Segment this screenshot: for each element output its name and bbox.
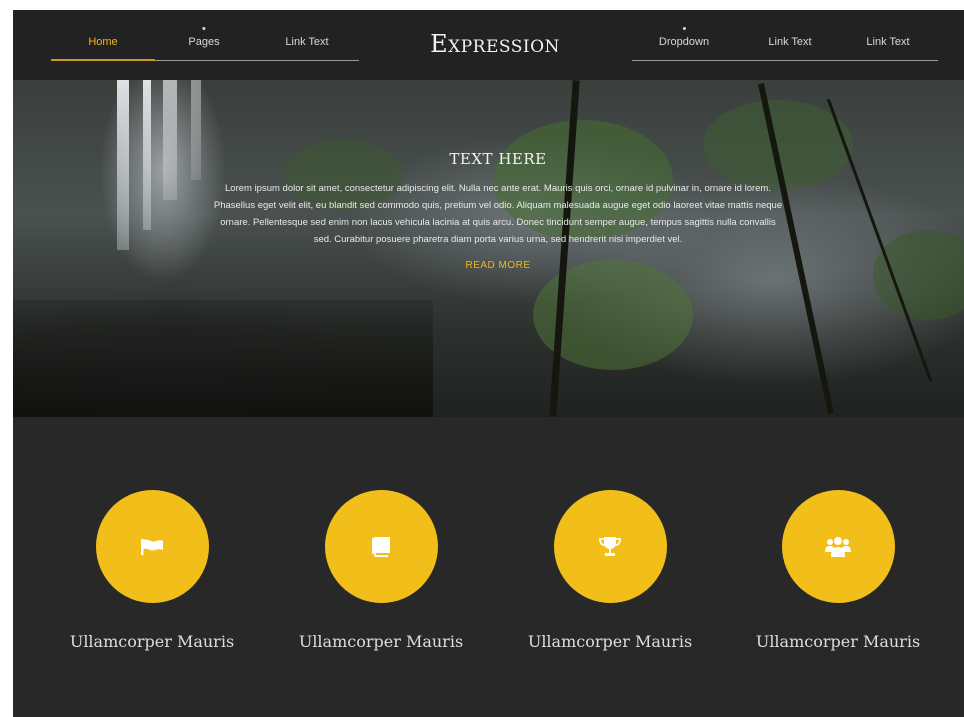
feature-title: Ullamcorper Mauris — [69, 632, 235, 651]
feature-title: Ullamcorper Mauris — [527, 632, 693, 651]
feature-icon-circle[interactable] — [781, 490, 895, 603]
nav-item-link-text-1[interactable]: Link Text — [285, 36, 328, 48]
site-logo-text: Expression — [430, 30, 560, 58]
feature-icon-circle[interactable] — [324, 490, 438, 603]
nav-item-link-text-3[interactable]: Link Text — [866, 36, 909, 48]
nav-item-home[interactable]: Home — [88, 36, 117, 48]
dropdown-indicator-icon — [202, 27, 206, 30]
nav-item-pages[interactable]: Pages — [188, 27, 220, 48]
feature-title: Ullamcorper Mauris — [298, 632, 464, 651]
hero-title: TEXT HERE — [449, 150, 547, 168]
feature-icon-circle[interactable] — [95, 490, 209, 603]
feature-icon-circle[interactable] — [553, 490, 667, 603]
nav-right-divider — [632, 60, 938, 61]
active-nav-indicator — [51, 59, 155, 61]
nav-item-label: Link Text — [285, 36, 329, 48]
nav-item-label: Link Text — [768, 36, 812, 48]
trophy-icon — [599, 536, 621, 556]
nav-item-label: Dropdown — [658, 36, 710, 48]
nav-item-link-text-2[interactable]: Link Text — [768, 36, 811, 48]
feature-card: Ullamcorper Mauris — [62, 490, 242, 651]
site-logo[interactable]: Expression — [409, 30, 581, 58]
feature-card: Ullamcorper Mauris — [291, 490, 471, 651]
dropdown-indicator-icon — [682, 27, 686, 30]
feature-card: Ullamcorper Mauris — [748, 490, 928, 651]
nav-item-label: Link Text — [866, 36, 910, 48]
feature-title: Ullamcorper Mauris — [755, 632, 921, 651]
book-icon — [372, 536, 390, 557]
read-more-link[interactable]: READ MORE — [465, 260, 530, 271]
hero-content: TEXT HERE Lorem ipsum dolor sit amet, co… — [213, 150, 783, 273]
nav-item-label: Home — [88, 36, 118, 48]
top-navigation: Home Pages Link Text Expression Dropdown… — [13, 10, 964, 80]
nav-item-dropdown[interactable]: Dropdown — [658, 27, 710, 48]
flag-icon — [141, 538, 163, 555]
feature-card: Ullamcorper Mauris — [520, 490, 700, 651]
users-icon — [825, 536, 851, 557]
nav-item-label: Pages — [188, 36, 220, 48]
hero-description: Lorem ipsum dolor sit amet, consectetur … — [213, 183, 783, 245]
page-frame: Home Pages Link Text Expression Dropdown… — [13, 10, 964, 717]
hero-banner: TEXT HERE Lorem ipsum dolor sit amet, co… — [13, 80, 964, 417]
